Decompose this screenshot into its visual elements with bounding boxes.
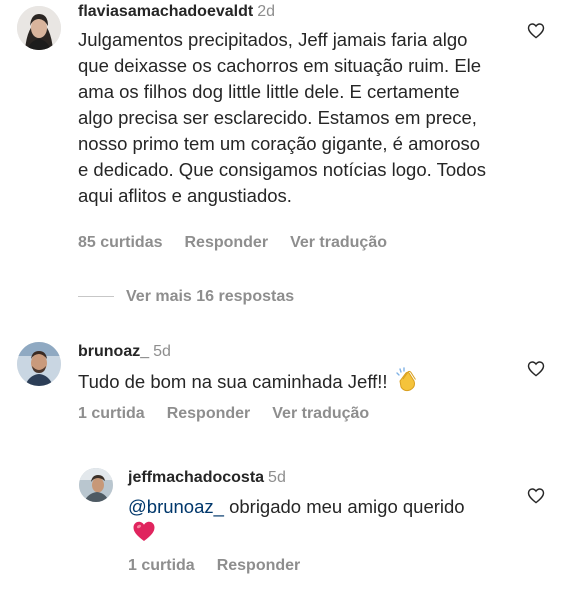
heart-outline-icon[interactable]	[527, 360, 545, 377]
reply-button[interactable]: Responder	[217, 557, 301, 574]
username[interactable]: brunoaz_	[78, 343, 149, 360]
clapping-hands-emoji	[395, 367, 416, 392]
likes-count[interactable]: 1 curtida	[78, 405, 145, 422]
comment-text: Julgamentos precipitados, Jeff jamais fa…	[78, 29, 486, 206]
reply-jeffmachadocosta: jeffmachadocosta 5d @brunoaz_ obrigado me…	[0, 460, 563, 590]
avatar-image	[17, 342, 61, 386]
avatar[interactable]	[17, 342, 61, 386]
avatar[interactable]	[17, 6, 61, 50]
reply-text: @brunoaz_ obrigado meu amigo querido	[128, 494, 468, 546]
view-more-replies-button[interactable]: Ver mais 16 respostas	[78, 287, 294, 307]
avatar-image	[17, 6, 61, 50]
avatar-image	[79, 468, 113, 502]
username[interactable]: jeffmachadocosta	[128, 469, 264, 486]
heart-outline-icon[interactable]	[527, 22, 545, 39]
red-heart-emoji	[133, 521, 155, 541]
comment-header: flaviasamachadoevaldt 2d	[78, 2, 275, 22]
translate-button[interactable]: Ver tradução	[272, 405, 369, 422]
view-more-label: Ver mais 16 respostas	[126, 288, 295, 305]
comment-actions: 85 curtidas Responder Ver tradução	[78, 233, 409, 253]
mention-link[interactable]: @brunoaz_	[128, 496, 224, 517]
timestamp: 2d	[257, 3, 275, 20]
reply-button[interactable]: Responder	[184, 234, 268, 251]
comment-text-body: Tudo de bom na sua caminhada Jeff!!	[78, 371, 388, 392]
likes-count[interactable]: 1 curtida	[128, 557, 195, 574]
username[interactable]: flaviasamachadoevaldt	[78, 3, 253, 20]
reply-header: jeffmachadocosta 5d	[128, 468, 286, 488]
comment-text: Tudo de bom na sua caminhada Jeff!!	[78, 367, 498, 395]
translate-button[interactable]: Ver tradução	[290, 234, 387, 251]
reply-text-body: obrigado meu amigo querido	[229, 496, 465, 517]
comment-brunoaz: brunoaz_ 5d Tudo de bom na sua caminhada …	[0, 335, 563, 435]
likes-count[interactable]: 85 curtidas	[78, 234, 162, 251]
reply-button[interactable]: Responder	[167, 405, 251, 422]
timestamp: 5d	[153, 343, 171, 360]
timestamp: 5d	[268, 469, 286, 486]
comment-actions: 1 curtida Responder Ver tradução	[78, 404, 391, 424]
avatar[interactable]	[79, 468, 113, 502]
comment-header: brunoaz_ 5d	[78, 342, 171, 362]
reply-actions: 1 curtida Responder	[128, 556, 322, 576]
comment-flaviasamachadoevaldt: flaviasamachadoevaldt 2d Julgamentos prec…	[0, 0, 563, 270]
heart-outline-icon[interactable]	[527, 487, 545, 504]
divider-line	[78, 296, 114, 298]
